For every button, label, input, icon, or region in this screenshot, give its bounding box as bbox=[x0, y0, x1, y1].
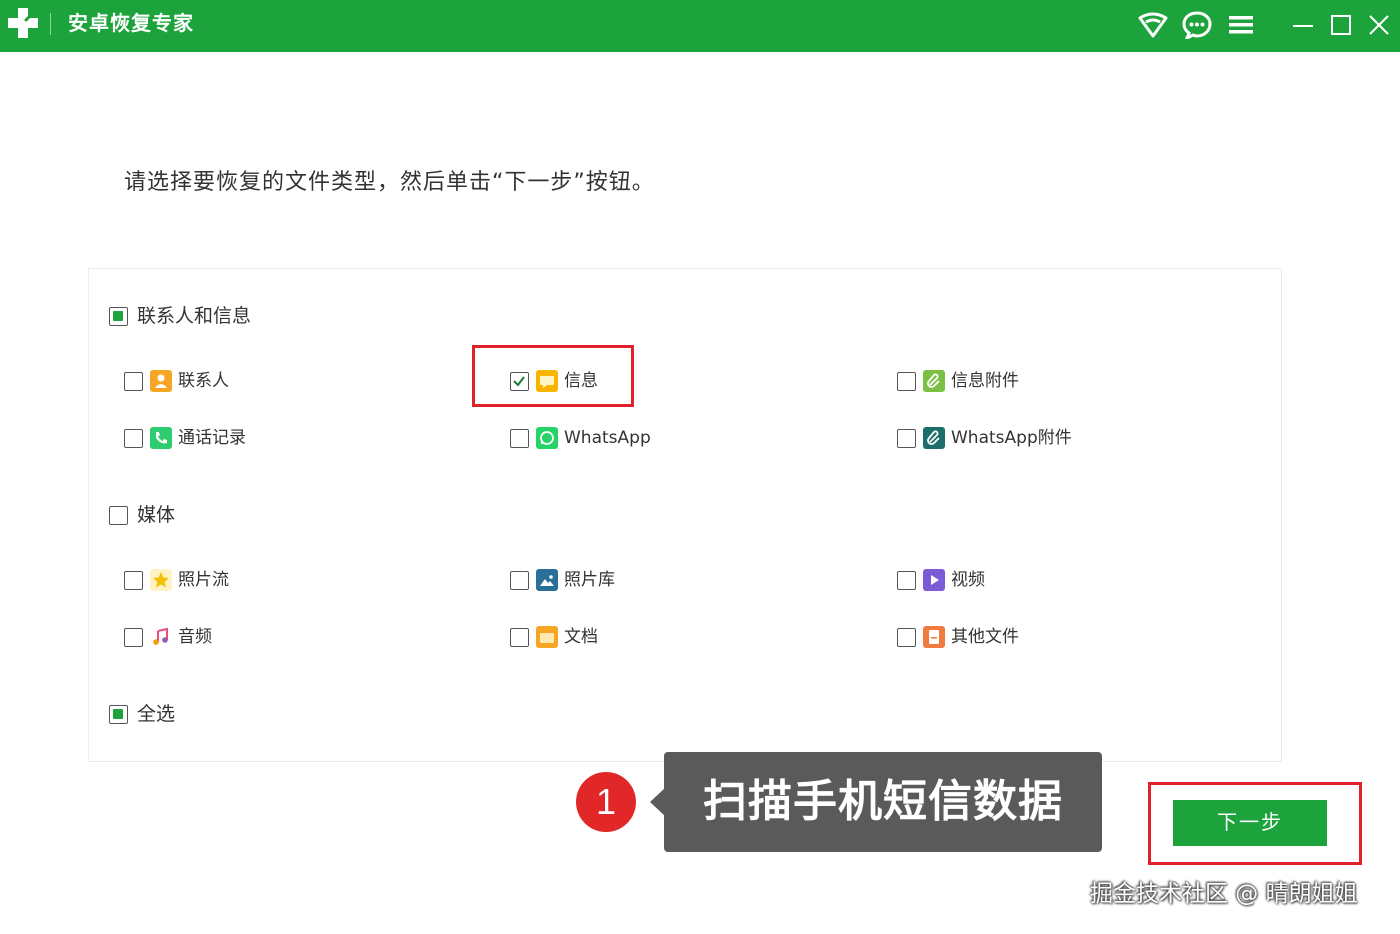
group-media[interactable]: 媒体 bbox=[109, 502, 175, 528]
item-label: 文档 bbox=[564, 627, 598, 647]
item-label: 信息附件 bbox=[951, 371, 1019, 391]
select-all-label: 全选 bbox=[137, 703, 176, 725]
music-icon bbox=[150, 626, 172, 648]
title-separator bbox=[50, 13, 51, 35]
phone-icon bbox=[150, 427, 172, 449]
callout-text: 扫描手机短信数据 bbox=[664, 752, 1102, 852]
whatsapp-attachment-icon bbox=[923, 427, 945, 449]
item-checkbox[interactable] bbox=[124, 570, 143, 590]
group-label: 联系人和信息 bbox=[137, 305, 252, 327]
item-photo-library[interactable]: 照片库 bbox=[510, 567, 615, 593]
item-label: 联系人 bbox=[178, 371, 229, 391]
callout-arrow bbox=[650, 788, 665, 816]
item-label: 其他文件 bbox=[951, 627, 1019, 647]
folder-icon bbox=[536, 626, 558, 648]
select-all[interactable]: 全选 bbox=[109, 701, 175, 727]
item-audio[interactable]: 音频 bbox=[124, 624, 212, 650]
file-icon bbox=[923, 626, 945, 648]
item-label: 音频 bbox=[178, 627, 212, 647]
attachment-icon bbox=[923, 370, 945, 392]
item-whatsapp-attachments[interactable]: WhatsApp附件 bbox=[897, 425, 1072, 451]
item-checkbox[interactable] bbox=[897, 570, 916, 590]
contact-icon bbox=[150, 370, 172, 392]
item-other-files[interactable]: 其他文件 bbox=[897, 624, 1019, 650]
app-title: 安卓恢复专家 bbox=[68, 11, 194, 35]
group-contacts-messages-checkbox[interactable] bbox=[109, 306, 128, 326]
wifi-icon[interactable] bbox=[1136, 8, 1170, 42]
item-documents[interactable]: 文档 bbox=[510, 624, 598, 650]
close-icon[interactable] bbox=[1362, 8, 1396, 42]
group-label: 媒体 bbox=[137, 504, 176, 526]
item-video[interactable]: 视频 bbox=[897, 567, 985, 593]
item-message-attachments[interactable]: 信息附件 bbox=[897, 368, 1019, 394]
item-contacts[interactable]: 联系人 bbox=[124, 368, 229, 394]
item-checkbox[interactable] bbox=[510, 627, 529, 647]
item-checkbox[interactable] bbox=[510, 570, 529, 590]
item-label: 视频 bbox=[951, 570, 985, 590]
item-checkbox[interactable] bbox=[124, 627, 143, 647]
item-checkbox[interactable] bbox=[897, 428, 916, 448]
maximize-icon[interactable] bbox=[1324, 8, 1358, 42]
step-badge: 1 bbox=[576, 772, 636, 832]
item-label: WhatsApp附件 bbox=[951, 428, 1072, 448]
app-logo-icon bbox=[6, 6, 40, 40]
item-label: 通话记录 bbox=[178, 428, 246, 448]
video-icon bbox=[923, 569, 945, 591]
watermark: 掘金技术社区 @ 晴朗姐姐 bbox=[1090, 881, 1358, 907]
item-whatsapp[interactable]: WhatsApp bbox=[510, 425, 651, 451]
title-bar: 安卓恢复专家 bbox=[0, 0, 1400, 52]
instruction-text: 请选择要恢复的文件类型，然后单击“下一步”按钮。 bbox=[124, 170, 655, 195]
minimize-icon[interactable] bbox=[1286, 8, 1320, 42]
group-media-checkbox[interactable] bbox=[109, 505, 128, 525]
item-label: WhatsApp bbox=[564, 428, 651, 448]
next-button[interactable]: 下一步 bbox=[1173, 800, 1327, 846]
select-all-checkbox[interactable] bbox=[109, 704, 128, 724]
highlight-messages-box bbox=[472, 345, 634, 407]
item-label: 照片库 bbox=[564, 570, 615, 590]
menu-icon[interactable] bbox=[1224, 8, 1258, 42]
whatsapp-icon bbox=[536, 427, 558, 449]
item-photo-stream[interactable]: 照片流 bbox=[124, 567, 229, 593]
group-contacts-messages[interactable]: 联系人和信息 bbox=[109, 303, 251, 329]
item-label: 照片流 bbox=[178, 570, 229, 590]
file-type-panel bbox=[88, 268, 1282, 762]
item-checkbox[interactable] bbox=[124, 428, 143, 448]
item-checkbox[interactable] bbox=[510, 428, 529, 448]
chat-icon[interactable] bbox=[1180, 8, 1214, 42]
star-icon bbox=[150, 569, 172, 591]
item-checkbox[interactable] bbox=[897, 627, 916, 647]
photo-library-icon bbox=[536, 569, 558, 591]
item-call-log[interactable]: 通话记录 bbox=[124, 425, 246, 451]
item-checkbox[interactable] bbox=[124, 371, 143, 391]
item-checkbox[interactable] bbox=[897, 371, 916, 391]
